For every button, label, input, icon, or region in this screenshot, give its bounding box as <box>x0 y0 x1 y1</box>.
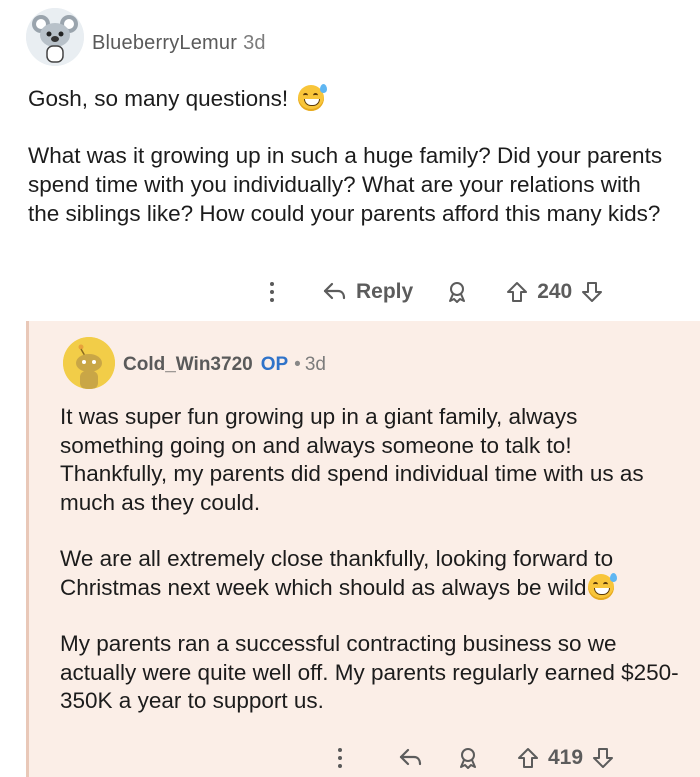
award-button[interactable] <box>445 280 469 304</box>
upvote-button[interactable] <box>505 280 529 304</box>
reply-meta: Cold_Win3720 OP • 3d <box>123 354 326 376</box>
comment-paragraph: What was it growing up in such a huge fa… <box>28 143 663 226</box>
award-icon <box>449 282 466 303</box>
upvote-icon <box>507 282 528 302</box>
comment-meta: BlueberryLemur 3d <box>92 32 266 55</box>
upvote-button[interactable] <box>516 746 540 770</box>
comment-body: Gosh, so many questions! What was it gro… <box>28 84 668 228</box>
reply-button[interactable]: Reply <box>322 280 413 304</box>
comment-top: BlueberryLemur 3d Gosh, so many questions… <box>0 0 700 320</box>
reply-actions: 419 <box>338 746 615 770</box>
reply-arrow-icon <box>323 282 346 300</box>
more-options-icon[interactable] <box>338 748 342 768</box>
comment-paragraph: Gosh, so many questions! <box>28 84 668 113</box>
reply-arrow-icon <box>399 748 422 766</box>
reply-button[interactable] <box>398 747 424 769</box>
reply-paragraph: My parents ran a successful contracting … <box>60 631 679 713</box>
reply-paragraph: It was super fun growing up in a giant f… <box>60 404 644 515</box>
vote-score: 240 <box>537 280 573 303</box>
username[interactable]: Cold_Win3720 <box>123 354 253 375</box>
vote-score: 419 <box>548 746 584 769</box>
avatar[interactable] <box>63 337 115 389</box>
meta-separator: • <box>294 354 301 375</box>
avatar[interactable] <box>26 8 84 66</box>
downvote-button[interactable] <box>580 280 604 304</box>
op-badge: OP <box>260 354 289 375</box>
award-icon <box>460 748 476 769</box>
reply-label: Reply <box>356 280 414 303</box>
downvote-icon <box>593 748 614 768</box>
comment-actions: Reply 240 <box>270 280 604 304</box>
timestamp: 3d <box>304 354 326 375</box>
snoo-koala-avatar-icon <box>26 8 84 66</box>
sweat-smile-emoji-icon <box>588 572 618 600</box>
more-options-icon[interactable] <box>270 282 274 302</box>
award-button[interactable] <box>456 746 480 770</box>
downvote-button[interactable] <box>591 746 615 770</box>
timestamp: 3d <box>243 32 266 54</box>
reply-comment: Cold_Win3720 OP • 3d It was super fun growi… <box>26 321 700 777</box>
snoo-avatar-icon <box>63 337 115 389</box>
upvote-icon <box>518 748 538 768</box>
username[interactable]: BlueberryLemur <box>92 32 237 54</box>
reply-body: It was super fun growing up in a giant f… <box>60 403 680 716</box>
sweat-smile-emoji-icon <box>298 84 328 111</box>
downvote-icon <box>582 282 603 302</box>
reply-paragraph: We are all extremely close thankfully, l… <box>60 545 680 602</box>
